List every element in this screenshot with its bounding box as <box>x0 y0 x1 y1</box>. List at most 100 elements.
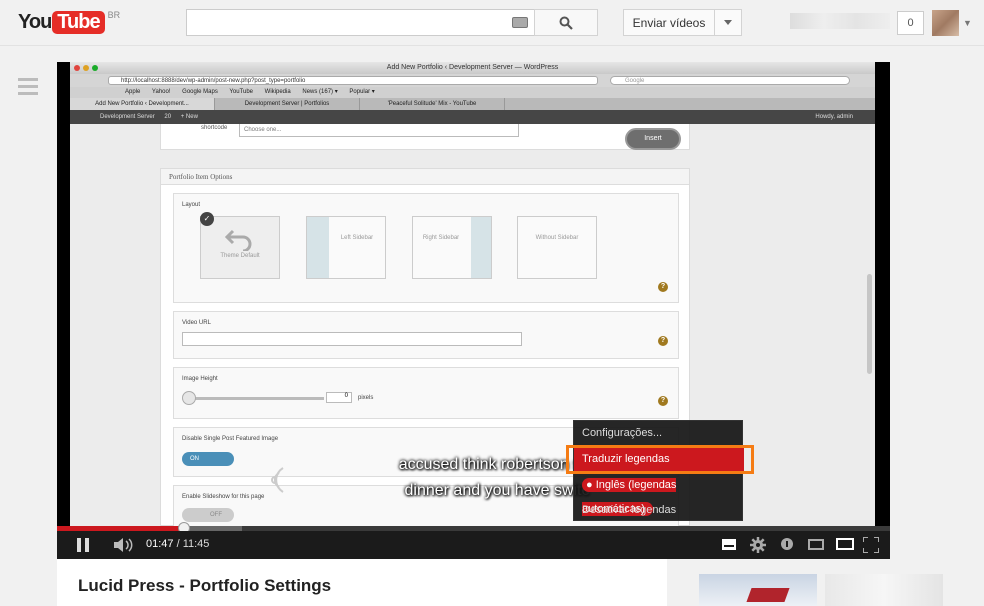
theater-mode-button[interactable] <box>836 538 854 554</box>
video-url-field <box>182 332 522 346</box>
bookmark: Wikipedia <box>264 89 291 95</box>
bookmark: News (167) ▾ <box>302 89 338 95</box>
undo-icon <box>224 229 252 253</box>
layout-option-label: Left Sidebar <box>340 235 374 241</box>
panel-title: Portfolio Item Options <box>161 169 689 185</box>
layout-option-label: Without Sidebar <box>535 235 579 241</box>
avatar[interactable] <box>932 10 959 36</box>
volume-icon <box>114 538 133 552</box>
image-height-value: 0 <box>326 392 352 403</box>
notification-count[interactable]: 0 <box>897 11 924 35</box>
guide-menu-icon[interactable] <box>18 78 38 99</box>
slideshow-label: Enable Slideshow for this page <box>182 494 265 500</box>
captions-settings-item[interactable]: Configurações... <box>574 421 744 445</box>
english-auto-captions-item[interactable]: ● Inglês (legendas automáticas) <box>574 473 744 516</box>
wp-new: + New <box>180 114 198 120</box>
disable-captions-item[interactable]: Desativar legendas <box>574 498 744 522</box>
masthead: You Tube BR Enviar vídeos 0 ▼ <box>0 0 984 46</box>
thumbnail-graphic <box>746 588 790 602</box>
insert-button: Insert <box>625 128 681 150</box>
volume-button[interactable] <box>114 538 134 554</box>
window-controls <box>74 65 98 71</box>
browser-tab: 'Peaceful Solitude' Mix - YouTube <box>360 98 505 110</box>
image-height-unit: pixels <box>358 395 374 401</box>
logo-you: You <box>18 10 52 33</box>
time-separator: / <box>173 538 183 550</box>
bookmark: Popular ▾ <box>349 89 375 95</box>
time-display: 01:47 / 11:45 <box>146 538 209 550</box>
bookmark: YouTube <box>229 89 253 95</box>
check-icon: ✓ <box>200 212 214 226</box>
duration: 11:45 <box>182 538 210 550</box>
shortcode-label: shortcode <box>201 125 228 131</box>
pause-button[interactable] <box>77 538 89 554</box>
keyboard-icon[interactable] <box>512 17 528 28</box>
image-height-slider <box>186 397 324 400</box>
captions-button[interactable] <box>722 539 736 555</box>
related-video-thumbnail[interactable] <box>699 574 817 606</box>
search-icon <box>559 16 573 30</box>
youtube-logo[interactable]: You Tube BR <box>18 10 120 34</box>
toggle-on: ON <box>182 452 234 466</box>
gear-icon <box>750 537 766 553</box>
video-player[interactable]: Add New Portfolio ‹ Development Server —… <box>57 62 890 559</box>
help-icon: ? <box>658 396 668 406</box>
browser-tabs: Add New Portfolio ‹ Development... Devel… <box>70 98 875 110</box>
browser-titlebar: Add New Portfolio ‹ Development Server —… <box>70 62 875 74</box>
logo-region: BR <box>107 10 121 20</box>
pause-icon <box>77 538 89 552</box>
layout-box: Layout Theme Default ✓ Left Sidebar Righ… <box>173 193 679 303</box>
browser-title: Add New Portfolio ‹ Development Server —… <box>386 64 559 71</box>
chevron-down-icon <box>724 20 732 25</box>
browser-scrollbar <box>867 274 872 374</box>
upload-dropdown-button[interactable] <box>714 9 742 36</box>
layout-option: Right Sidebar <box>412 216 492 279</box>
toggle-off: OFF <box>182 508 234 522</box>
fullscreen-icon <box>862 536 880 554</box>
wp-site-name: Development Server <box>100 114 155 120</box>
layout-option-label: Theme Default <box>220 253 260 259</box>
browser-tab: Add New Portfolio ‹ Development... <box>70 98 215 110</box>
miniplayer-icon <box>808 539 824 550</box>
browser-url: http://localhost:8888/dev/wp-admin/post-… <box>108 76 598 85</box>
bookmark: Yahoo! <box>151 89 171 95</box>
player-controls: 01:47 / 11:45 <box>57 531 890 559</box>
annotations-button[interactable] <box>781 538 793 554</box>
upload-button[interactable]: Enviar vídeos <box>623 9 715 36</box>
wp-howdy: Howdy, admin <box>815 114 853 120</box>
captions-sound-icon <box>271 467 284 493</box>
settings-button[interactable] <box>750 537 766 553</box>
logo-tube: Tube <box>52 10 105 34</box>
help-icon: ? <box>658 336 668 346</box>
bookmark: Google Maps <box>182 89 218 95</box>
theater-icon <box>836 538 854 550</box>
elapsed-time: 01:47 <box>146 538 174 550</box>
image-height-label: Image Height <box>182 376 218 382</box>
shortcode-select: Choose one... <box>239 124 519 137</box>
layout-option: Without Sidebar <box>517 216 597 279</box>
disable-featured-label: Disable Single Post Featured Image <box>182 436 279 442</box>
related-video-thumbnail[interactable] <box>825 574 943 606</box>
account-chevron-icon[interactable]: ▼ <box>963 18 972 28</box>
layout-option-label: Right Sidebar <box>422 235 460 241</box>
layout-option: Left Sidebar <box>306 216 386 279</box>
wp-admin-bar: Development Server 20 + New Howdy, admin <box>70 110 875 124</box>
captions-icon <box>722 539 736 550</box>
browser-tab: Development Server | Portfolios <box>215 98 360 110</box>
search-button[interactable] <box>534 9 598 36</box>
layout-option: Theme Default <box>200 216 280 279</box>
search-input[interactable] <box>186 9 535 36</box>
video-url-box: Video URL ? <box>173 311 679 359</box>
fullscreen-button[interactable] <box>862 536 880 554</box>
small-player-button[interactable] <box>808 539 824 555</box>
slider-handle <box>182 391 196 405</box>
bookmark: Apple <box>125 89 141 95</box>
video-title: Lucid Press - Portfolio Settings <box>78 576 332 595</box>
browser-toolbar: http://localhost:8888/dev/wp-admin/post-… <box>70 74 875 87</box>
layout-label: Layout <box>182 202 201 208</box>
account-name-blurred <box>790 13 890 29</box>
video-frame[interactable]: Add New Portfolio ‹ Development Server —… <box>57 62 890 526</box>
help-icon: ? <box>658 282 668 292</box>
info-icon <box>781 538 793 550</box>
bookmarks-bar: Apple Yahoo! Google Maps YouTube Wikiped… <box>70 87 875 98</box>
